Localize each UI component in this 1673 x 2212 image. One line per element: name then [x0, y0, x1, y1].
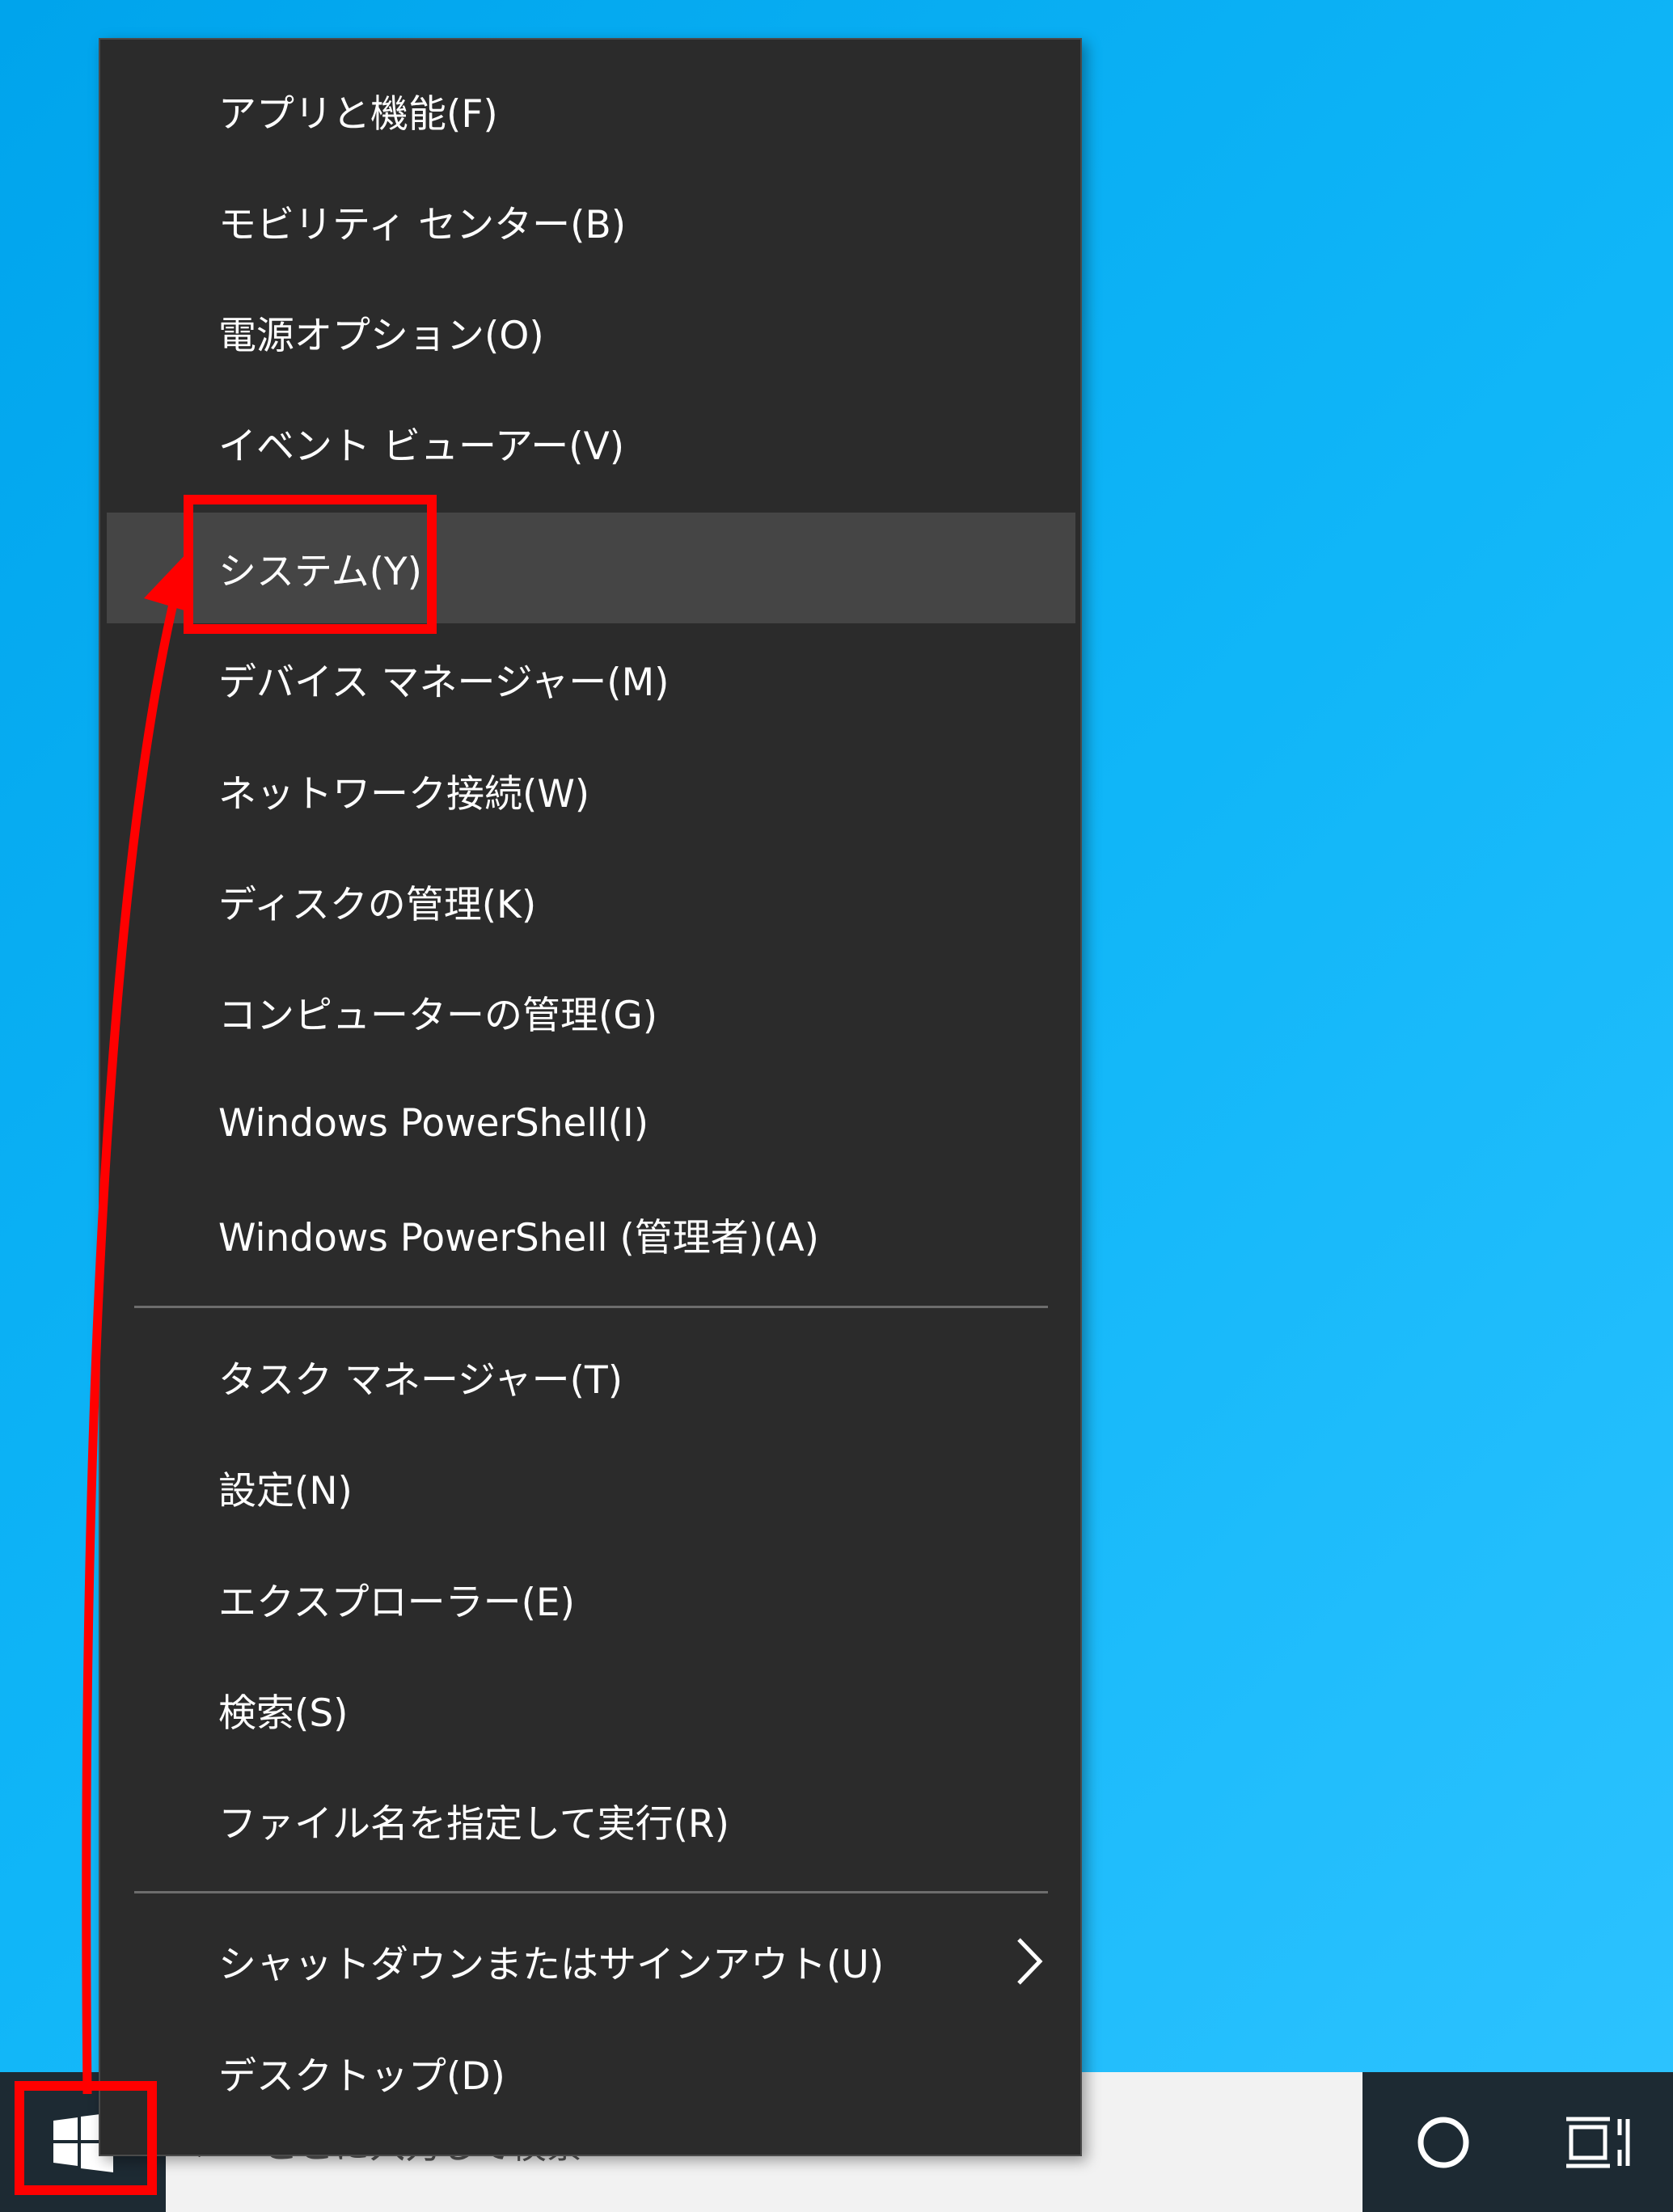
menu-item-desktop[interactable]: デスクトップ(D) — [107, 2017, 1075, 2128]
menu-item-label: デスクトップ(D) — [218, 2054, 505, 2099]
menu-separator — [134, 1891, 1048, 1893]
cortana-button[interactable] — [1362, 2072, 1524, 2212]
menu-item-system[interactable]: システム(Y) — [107, 513, 1075, 623]
task-view-button[interactable] — [1524, 2072, 1673, 2212]
winx-context-menu: アプリと機能(F) モビリティ センター(B) 電源オプション(O) イベント … — [99, 38, 1082, 2156]
menu-item-disk-management[interactable]: ディスクの管理(K) — [107, 846, 1075, 956]
menu-item-label: シャットダウンまたはサインアウト(U) — [218, 1943, 885, 1987]
menu-item-label: 検索(S) — [218, 1691, 349, 1736]
menu-item-event-viewer[interactable]: イベント ビューアー(V) — [107, 387, 1075, 498]
menu-item-explorer[interactable]: エクスプローラー(E) — [107, 1543, 1075, 1654]
menu-item-label: Windows PowerShell (管理者)(A) — [218, 1216, 819, 1260]
menu-item-label: ディスクの管理(K) — [218, 883, 537, 927]
cortana-icon — [1417, 2117, 1469, 2168]
menu-item-label: コンピューターの管理(G) — [218, 994, 658, 1038]
menu-item-settings[interactable]: 設定(N) — [107, 1432, 1075, 1543]
menu-separator — [134, 1306, 1048, 1308]
menu-item-label: 設定(N) — [218, 1469, 353, 1513]
menu-item-power-options[interactable]: 電源オプション(O) — [107, 276, 1075, 387]
menu-item-label: ネットワーク接続(W) — [218, 772, 590, 817]
menu-item-label: システム(Y) — [218, 550, 422, 594]
menu-item-search[interactable]: 検索(S) — [107, 1654, 1075, 1765]
menu-item-label: モビリティ センター(B) — [218, 203, 627, 247]
menu-item-label: デバイス マネージャー(M) — [218, 661, 670, 705]
task-view-icon — [1566, 2117, 1630, 2168]
menu-item-shutdown-signout[interactable]: シャットダウンまたはサインアウト(U) — [107, 1906, 1075, 2016]
menu-item-label: 電源オプション(O) — [218, 314, 544, 358]
menu-item-label: ファイル名を指定して実行(R) — [218, 1802, 729, 1847]
menu-item-powershell[interactable]: Windows PowerShell(I) — [107, 1068, 1075, 1179]
menu-item-mobility-center[interactable]: モビリティ センター(B) — [107, 166, 1075, 276]
menu-item-powershell-admin[interactable]: Windows PowerShell (管理者)(A) — [107, 1179, 1075, 1290]
menu-item-network-connections[interactable]: ネットワーク接続(W) — [107, 735, 1075, 846]
menu-item-computer-management[interactable]: コンピューターの管理(G) — [107, 956, 1075, 1067]
menu-item-label: エクスプローラー(E) — [218, 1581, 575, 1625]
menu-item-device-manager[interactable]: デバイス マネージャー(M) — [107, 623, 1075, 734]
menu-item-label: イベント ビューアー(V) — [218, 424, 625, 469]
menu-item-label: アプリと機能(F) — [218, 92, 498, 137]
chevron-right-icon — [1017, 1937, 1043, 1985]
menu-item-label: Windows PowerShell(I) — [218, 1101, 649, 1146]
menu-item-run[interactable]: ファイル名を指定して実行(R) — [107, 1765, 1075, 1876]
menu-item-label: タスク マネージャー(T) — [218, 1358, 623, 1403]
menu-item-apps-features[interactable]: アプリと機能(F) — [107, 55, 1075, 166]
menu-item-task-manager[interactable]: タスク マネージャー(T) — [107, 1321, 1075, 1432]
